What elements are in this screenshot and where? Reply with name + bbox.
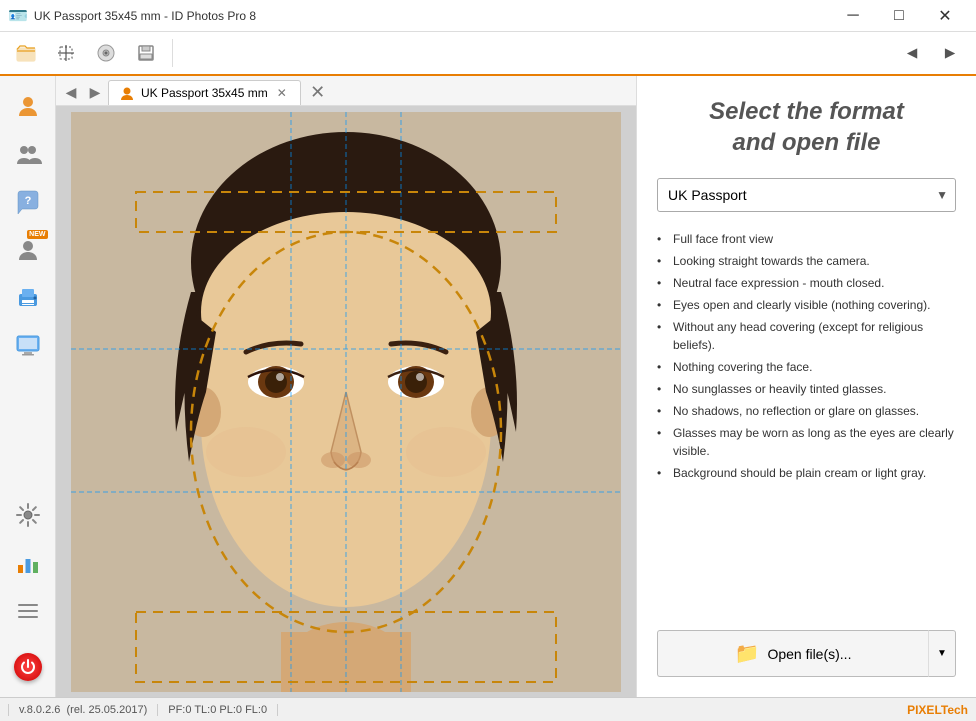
help-icon: ? (14, 188, 42, 216)
sidebar-item-person[interactable] (6, 84, 50, 128)
requirement-item: Glasses may be worn as long as the eyes … (657, 422, 956, 462)
open-file-label: Open file(s)... (767, 646, 851, 662)
minimize-button[interactable]: ─ (830, 0, 876, 32)
tab-nav-back[interactable]: ◀ (60, 82, 82, 104)
requirement-item: No shadows, no reflection or glare on gl… (657, 400, 956, 422)
open-file-button[interactable]: 📁 Open file(s)... (657, 630, 928, 677)
tab-nav-forward[interactable]: ▶ (84, 82, 106, 104)
sidebar-item-list[interactable] (6, 589, 50, 633)
disc-button[interactable] (88, 35, 124, 71)
panel-title: Select the formatand open file (657, 96, 956, 158)
requirement-item: Looking straight towards the camera. (657, 250, 956, 272)
window-controls: ─ □ ✕ (830, 0, 968, 32)
requirement-item: Full face front view (657, 228, 956, 250)
requirement-item: Neutral face expression - mouth closed. (657, 272, 956, 294)
tab-person-icon (119, 85, 135, 101)
status-bar: v.8.0.2.6 (rel. 25.05.2017) PF:0 TL:0 PL… (0, 697, 976, 721)
sidebar-item-monitor[interactable] (6, 324, 50, 368)
requirement-item: Background should be plain cream or ligh… (657, 462, 956, 484)
format-select-wrapper: UK Passport US Passport EU Passport Visa… (657, 178, 956, 212)
maximize-button[interactable]: □ (876, 0, 922, 32)
format-select[interactable]: UK Passport US Passport EU Passport Visa… (657, 178, 956, 212)
chart-icon (14, 549, 42, 577)
add-tab-button[interactable]: ✕ (307, 82, 329, 104)
crop-button[interactable] (48, 35, 84, 71)
title-bar: 🪪 UK Passport 35x45 mm - ID Photos Pro 8… (0, 0, 976, 32)
nav-forward-button[interactable]: ▶ (932, 35, 968, 71)
tab-uk-passport[interactable]: UK Passport 35x45 mm ✕ (108, 80, 301, 105)
open-file-container: 📁 Open file(s)... ▼ (657, 630, 956, 677)
requirement-item: Without any head covering (except for re… (657, 316, 956, 356)
power-icon (14, 653, 42, 681)
tab-label: UK Passport 35x45 mm (141, 86, 268, 100)
main-content: ? NEW (0, 76, 976, 697)
face-image (71, 112, 621, 692)
person-icon (14, 92, 42, 120)
app-container: ◀ ▶ (0, 32, 976, 721)
monitor-icon (14, 332, 42, 360)
status-info: PF:0 TL:0 PL:0 FL:0 (158, 704, 278, 716)
settings-icon (14, 501, 42, 529)
print-icon (14, 284, 42, 312)
dropdown-arrow-icon: ▼ (937, 648, 947, 659)
list-icon (14, 597, 42, 625)
folder-icon: 📁 (735, 641, 760, 666)
sidebar-item-help[interactable]: ? (6, 180, 50, 224)
open-file-dropdown-button[interactable]: ▼ (928, 630, 956, 677)
toolbar: ◀ ▶ (0, 32, 976, 76)
sidebar-item-print[interactable] (6, 276, 50, 320)
app-title: UK Passport 35x45 mm - ID Photos Pro 8 (34, 9, 830, 23)
group-icon (14, 140, 42, 168)
requirement-item: No sunglasses or heavily tinted glasses. (657, 378, 956, 400)
toolbar-separator (172, 39, 173, 67)
new-badge: NEW (27, 230, 47, 239)
save-button[interactable] (128, 35, 164, 71)
new-person-icon (14, 236, 42, 264)
photo-display (56, 106, 636, 697)
close-button[interactable]: ✕ (922, 0, 968, 32)
requirements-list: Full face front view Looking straight to… (657, 228, 956, 484)
requirement-item: Eyes open and clearly visible (nothing c… (657, 294, 956, 316)
version-info: v.8.0.2.6 (rel. 25.05.2017) (8, 704, 158, 716)
brand-label: PIXELTech (907, 703, 968, 717)
tab-close-button[interactable]: ✕ (274, 85, 290, 101)
sidebar-item-chart[interactable] (6, 541, 50, 585)
toolbar-nav: ◀ ▶ (894, 35, 968, 71)
svg-text:?: ? (24, 195, 31, 207)
sidebar-item-group[interactable] (6, 132, 50, 176)
nav-back-button[interactable]: ◀ (894, 35, 930, 71)
tab-bar: ◀ ▶ UK Passport 35x45 mm ✕ ✕ (56, 76, 636, 106)
requirement-item: Nothing covering the face. (657, 356, 956, 378)
power-button[interactable] (6, 645, 50, 689)
sidebar-item-new-person[interactable]: NEW (6, 228, 50, 272)
right-panel: Select the formatand open file UK Passpo… (636, 76, 976, 697)
app-icon: 🪪 (8, 6, 28, 26)
photo-face (71, 112, 621, 692)
photo-area: ◀ ▶ UK Passport 35x45 mm ✕ ✕ (56, 76, 636, 697)
open-folder-button[interactable] (8, 35, 44, 71)
sidebar: ? NEW (0, 76, 56, 697)
sidebar-item-settings[interactable] (6, 493, 50, 537)
